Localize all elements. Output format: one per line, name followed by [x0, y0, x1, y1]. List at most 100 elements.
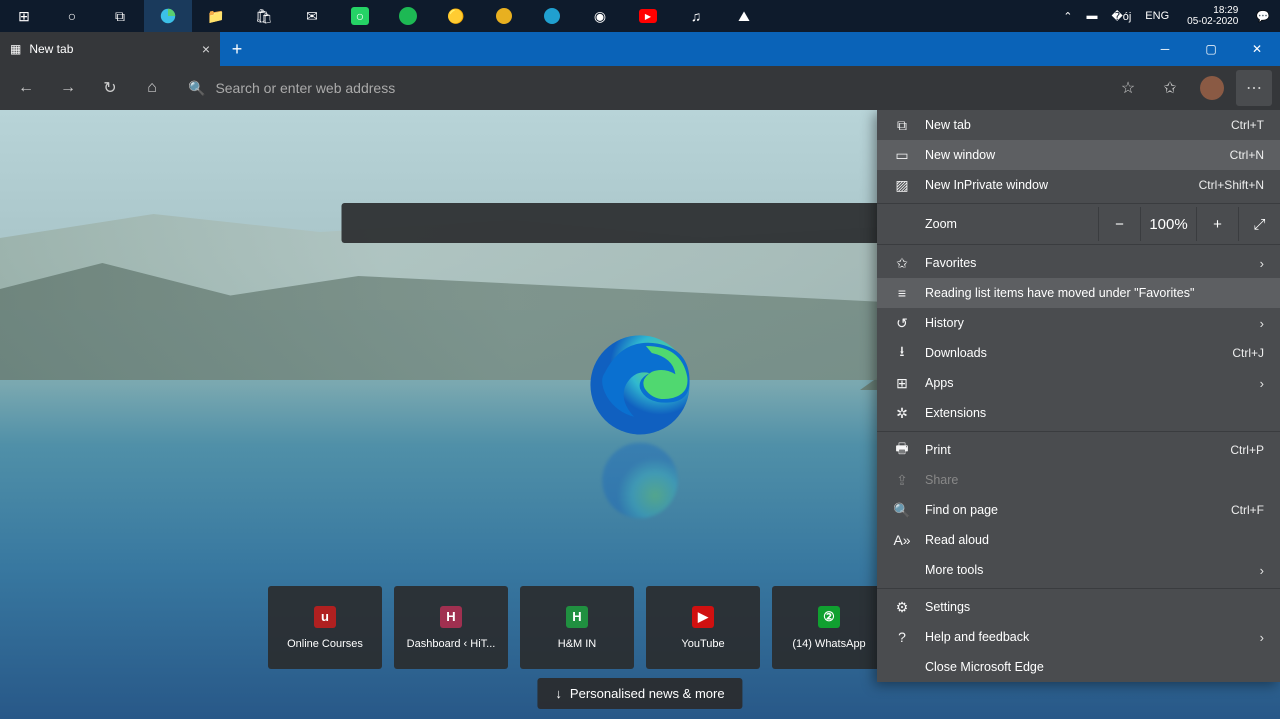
back-button[interactable]: ← — [8, 70, 44, 106]
favorite-star-button[interactable]: ☆ — [1110, 70, 1146, 106]
zoom-value: 100% — [1140, 207, 1196, 241]
menu-item[interactable]: ⭳ DownloadsCtrl+J — [877, 338, 1280, 368]
tile-favicon-icon: H — [566, 606, 588, 628]
edge-taskbar-icon[interactable] — [144, 0, 192, 32]
menu-item[interactable]: ✲ Extensions — [877, 398, 1280, 428]
notifications-icon[interactable]: 💬 — [1256, 10, 1270, 23]
quick-link-tile[interactable]: ② (14) WhatsApp — [772, 586, 886, 669]
menu-item-icon: ✩ — [893, 255, 911, 272]
menu-item[interactable]: Close Microsoft Edge — [877, 652, 1280, 682]
menu-item[interactable]: ⊞ Apps› — [877, 368, 1280, 398]
menu-item-label: New window — [925, 148, 995, 162]
menu-item[interactable]: ≡ Reading list items have moved under "F… — [877, 278, 1280, 308]
whatsapp-taskbar-icon[interactable]: ○ — [336, 0, 384, 32]
ntp-search-box[interactable] — [342, 203, 939, 243]
quick-link-tile[interactable]: u Online Courses — [268, 586, 382, 669]
menu-shortcut: Ctrl+N — [1230, 148, 1264, 162]
menu-item-icon: ↺ — [893, 315, 911, 332]
refresh-button[interactable]: ↻ — [92, 70, 128, 106]
wifi-icon[interactable]: �ój — [1111, 10, 1131, 23]
quick-link-tile[interactable]: ▶ YouTube — [646, 586, 760, 669]
spotify-icon[interactable] — [384, 0, 432, 32]
menu-item-icon: ? — [893, 629, 911, 645]
browser-tab[interactable]: ▦ New tab × — [0, 32, 220, 66]
tab-close-button[interactable]: × — [202, 41, 210, 57]
fullscreen-button[interactable]: ⤢ — [1238, 207, 1280, 241]
tile-label: (14) WhatsApp — [792, 638, 865, 650]
new-tab-button[interactable]: + — [220, 32, 254, 66]
battery-icon[interactable]: ▬ — [1086, 10, 1097, 22]
quick-link-tile[interactable]: H Dashboard ‹ HiT... — [394, 586, 508, 669]
browser-titlebar: ▦ New tab × + ─ ▢ ✕ — [0, 32, 1280, 66]
quick-link-tile[interactable]: H H&M IN — [520, 586, 634, 669]
app-icon[interactable]: 🟡 — [432, 0, 480, 32]
menu-item-label: Find on page — [925, 503, 998, 517]
more-menu: ⧉ New tabCtrl+T ▭ New window Ctrl+N ▨ New I… — [877, 110, 1280, 682]
more-menu-button[interactable]: ⋯ — [1236, 70, 1272, 106]
minimize-button[interactable]: ─ — [1142, 32, 1188, 66]
menu-item-icon: ⧉ — [893, 117, 911, 134]
tile-label: Online Courses — [287, 638, 363, 650]
menu-item[interactable]: ? Help and feedback› — [877, 622, 1280, 652]
menu-item[interactable]: ↺ History› — [877, 308, 1280, 338]
menu-item-label: Print — [925, 443, 951, 457]
store-icon[interactable]: 🛍 — [240, 0, 288, 32]
menu-item-label: More tools — [925, 563, 983, 577]
clock[interactable]: 18:29 05-02-2020 — [1183, 5, 1242, 27]
windows-taskbar: ⊞ ○ ⧉ 📁 🛍 ✉ ○ 🟡 ◉ ▶ ♫ ⛰ ⌃ ▬ �ój ENG 18:2… — [0, 0, 1280, 32]
menu-shortcut: Ctrl+Shift+N — [1199, 178, 1264, 192]
tile-label: YouTube — [681, 638, 724, 650]
explorer-icon[interactable]: 📁 — [192, 0, 240, 32]
tile-favicon-icon: ② — [818, 606, 840, 628]
menu-item-icon: ▭ — [893, 147, 911, 164]
menu-item-icon: ≡ — [893, 285, 911, 301]
forward-button[interactable]: → — [50, 70, 86, 106]
address-bar[interactable]: 🔍 Search or enter web address — [176, 72, 1104, 104]
edge-canary-icon[interactable] — [480, 0, 528, 32]
menu-item-label: Reading list items have moved under "Fav… — [925, 286, 1194, 300]
chevron-right-icon: › — [1260, 630, 1264, 645]
zoom-in-button[interactable]: + — [1196, 207, 1238, 241]
taskbar-apps: ⊞ ○ ⧉ 📁 🛍 ✉ ○ 🟡 ◉ ▶ ♫ ⛰ — [0, 0, 768, 32]
menu-item-label: Apps — [925, 376, 954, 390]
menu-item[interactable]: ⚙ Settings — [877, 592, 1280, 622]
lang-indicator[interactable]: ENG — [1145, 10, 1169, 22]
close-window-button[interactable]: ✕ — [1234, 32, 1280, 66]
menu-item-label: Share — [925, 473, 958, 487]
menu-item[interactable]: A» Read aloud — [877, 525, 1280, 555]
start-button[interactable]: ⊞ — [0, 0, 48, 32]
menu-item[interactable]: 🔍 Find on pageCtrl+F — [877, 495, 1280, 525]
chevron-right-icon: › — [1260, 316, 1264, 331]
edge-beta-icon[interactable] — [528, 0, 576, 32]
new-tab-page: u Online CoursesH Dashboard ‹ HiT...H H&… — [0, 110, 1280, 719]
youtube-icon[interactable]: ▶ — [624, 0, 672, 32]
menu-item-icon: 🖶 — [893, 438, 911, 462]
maximize-button[interactable]: ▢ — [1188, 32, 1234, 66]
news-toggle-button[interactable]: ↓ Personalised news & more — [537, 678, 742, 709]
app2-icon[interactable]: ♫ — [672, 0, 720, 32]
home-button[interactable]: ⌂ — [134, 70, 170, 106]
menu-item[interactable]: ⧉ New tabCtrl+T — [877, 110, 1280, 140]
menu-item[interactable]: More tools › — [877, 555, 1280, 585]
cortana-icon[interactable]: ○ — [48, 0, 96, 32]
chrome-icon[interactable]: ◉ — [576, 0, 624, 32]
browser-toolbar: ← → ↻ ⌂ 🔍 Search or enter web address ☆ … — [0, 66, 1280, 110]
chevron-right-icon: › — [1260, 256, 1264, 271]
menu-item[interactable]: 🖶 Print Ctrl+P — [877, 435, 1280, 465]
menu-item[interactable]: ✩ Favorites› — [877, 248, 1280, 278]
chevron-down-icon: ↓ — [555, 686, 562, 701]
tray-chevron-icon[interactable]: ⌃ — [1063, 10, 1072, 23]
zoom-out-button[interactable]: − — [1098, 207, 1140, 241]
menu-item[interactable]: ▨ New InPrivate windowCtrl+Shift+N — [877, 170, 1280, 200]
menu-item[interactable]: ▭ New window Ctrl+N — [877, 140, 1280, 170]
task-view-icon[interactable]: ⧉ — [96, 0, 144, 32]
tile-favicon-icon: ▶ — [692, 606, 714, 628]
app3-icon[interactable]: ⛰ — [720, 0, 768, 32]
menu-shortcut: Ctrl+P — [1230, 443, 1264, 457]
mail-icon[interactable]: ✉ — [288, 0, 336, 32]
favorites-button[interactable]: ✩ — [1152, 70, 1188, 106]
tile-favicon-icon: H — [440, 606, 462, 628]
profile-button[interactable] — [1194, 70, 1230, 106]
menu-item-icon: 🔍 — [893, 502, 911, 519]
chevron-right-icon: › — [1260, 563, 1264, 578]
